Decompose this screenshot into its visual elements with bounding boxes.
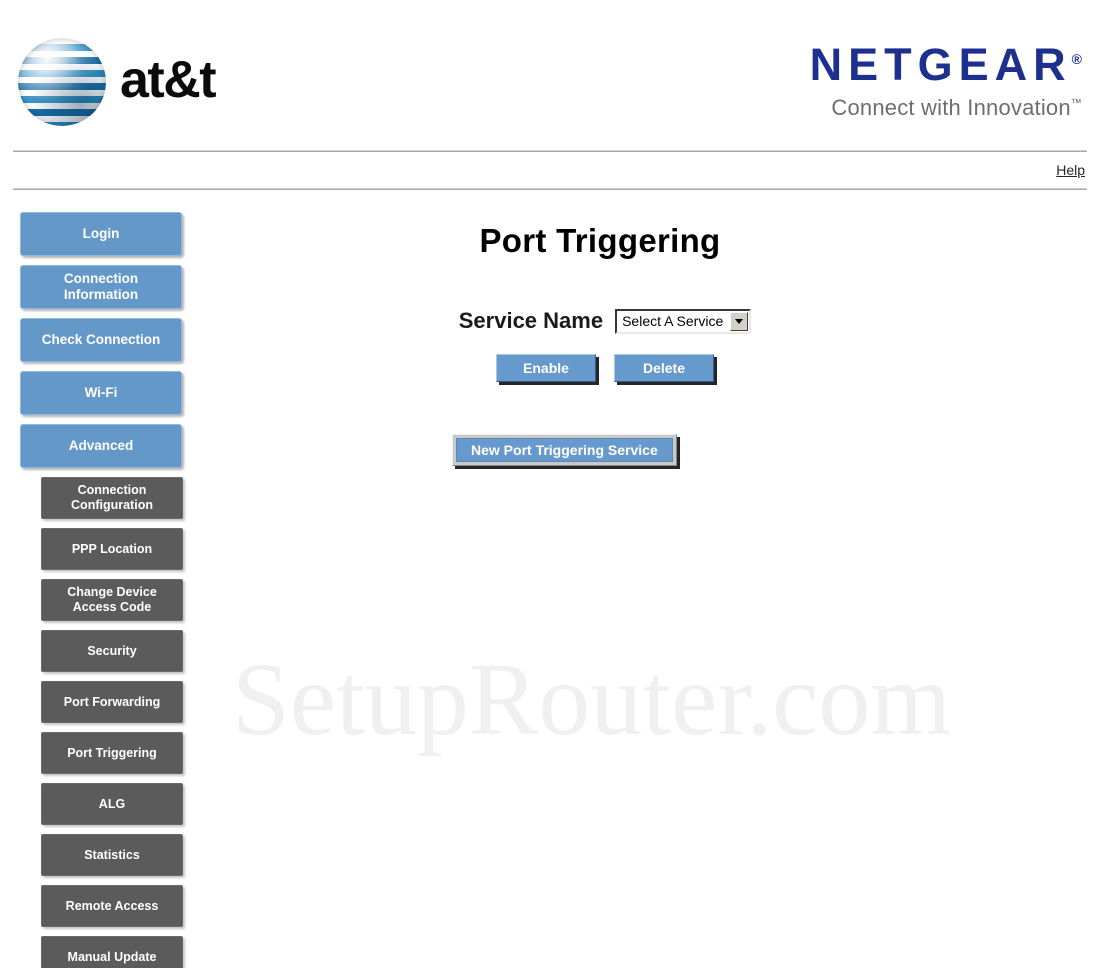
sidebar-item-connection-information[interactable]: Connection Information <box>20 265 182 309</box>
main-content: Port Triggering Service Name Select A Se… <box>210 212 1100 466</box>
service-name-row: Service Name Select A Service <box>220 308 1100 334</box>
sidebar-item-manual-update[interactable]: Manual Update <box>41 936 183 968</box>
sidebar-item-label: ALG <box>98 796 126 811</box>
sidebar-item-label: Check Connection <box>41 332 161 348</box>
page-title: Port Triggering <box>479 222 721 259</box>
sidebar-item-advanced[interactable]: Advanced <box>20 424 182 468</box>
service-name-selected-value: Select A Service <box>622 313 724 329</box>
sidebar-item-statistics[interactable]: Statistics <box>41 834 183 876</box>
service-name-label: Service Name <box>458 308 604 333</box>
att-logo: at&t <box>18 38 217 126</box>
sidebar-item-change-device-access-code[interactable]: Change Device Access Code <box>41 579 183 621</box>
help-link[interactable]: Help <box>1056 162 1085 178</box>
trademark-mark-icon: ™ <box>1070 97 1082 110</box>
netgear-tagline: Connect with Innovation™ <box>810 95 1082 121</box>
sidebar-item-label: Security <box>87 643 137 658</box>
sidebar-item-label: PPP Location <box>71 541 153 556</box>
sidebar-item-wifi[interactable]: Wi-Fi <box>20 371 182 415</box>
registered-mark-icon: ® <box>1071 51 1082 67</box>
sidebar-item-login[interactable]: Login <box>20 212 182 256</box>
att-globe-icon <box>18 38 106 126</box>
delete-button[interactable]: Delete <box>614 354 714 382</box>
netgear-wordmark-text: NETGEAR <box>809 39 1072 90</box>
sidebar-item-label: Advanced <box>68 438 134 454</box>
sidebar-item-port-forwarding[interactable]: Port Forwarding <box>41 681 183 723</box>
sidebar-item-check-connection[interactable]: Check Connection <box>20 318 182 362</box>
new-port-triggering-service-button[interactable]: New Port Triggering Service <box>452 434 677 466</box>
chevron-down-icon[interactable] <box>730 311 749 331</box>
sidebar-item-security[interactable]: Security <box>41 630 183 672</box>
sidebar-item-label: Change Device Access Code <box>67 585 157 614</box>
att-wordmark: at&t <box>120 51 217 109</box>
page-body: Login Connection Information Check Conne… <box>0 190 1100 968</box>
sidebar-item-remote-access[interactable]: Remote Access <box>41 885 183 927</box>
sidebar-item-label: Manual Update <box>67 949 157 964</box>
new-service-row: New Port Triggering Service <box>220 434 1100 466</box>
new-port-triggering-service-label: New Port Triggering Service <box>456 438 673 462</box>
netgear-logo: NETGEAR® Connect with Innovation™ <box>810 42 1082 121</box>
sidebar-item-label: Login <box>82 226 120 242</box>
sidebar-item-label: Statistics <box>84 847 140 862</box>
sidebar-navigation: Login Connection Information Check Conne… <box>0 212 210 968</box>
router-admin-page: at&t NETGEAR® Connect with Innovation™ H… <box>0 0 1100 968</box>
sidebar-item-label: Remote Access <box>65 898 159 913</box>
sidebar-item-label: Connection Configuration <box>71 483 153 512</box>
sidebar-item-alg[interactable]: ALG <box>41 783 183 825</box>
action-button-row: Enable Delete <box>220 354 1100 382</box>
netgear-tagline-text: Connect with Innovation <box>831 95 1071 120</box>
sidebar-item-label: Connection Information <box>63 271 139 302</box>
sidebar-item-connection-configuration[interactable]: Connection Configuration <box>41 477 183 519</box>
service-name-select[interactable]: Select A Service <box>615 308 752 334</box>
enable-button[interactable]: Enable <box>496 354 596 382</box>
sidebar-item-label: Port Forwarding <box>63 694 161 709</box>
help-bar: Help <box>13 152 1087 188</box>
sidebar-item-port-triggering[interactable]: Port Triggering <box>41 732 183 774</box>
sidebar-item-label: Wi-Fi <box>84 385 118 401</box>
page-header: at&t NETGEAR® Connect with Innovation™ <box>0 0 1100 150</box>
netgear-wordmark: NETGEAR® <box>810 42 1082 87</box>
sidebar-item-label: Port Triggering <box>67 745 157 760</box>
sidebar-item-ppp-location[interactable]: PPP Location <box>41 528 183 570</box>
